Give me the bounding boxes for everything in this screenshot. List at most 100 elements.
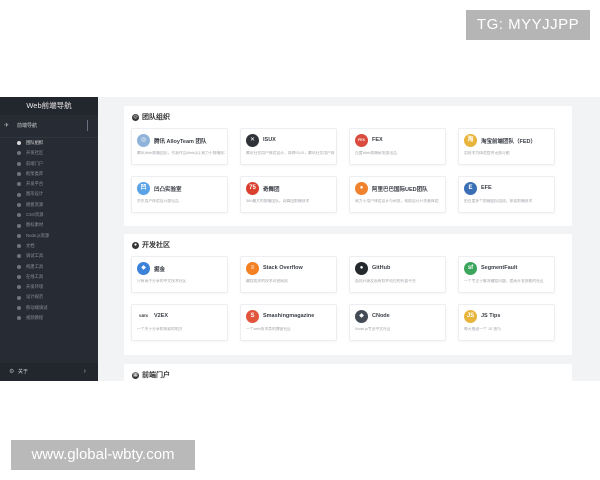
site-card[interactable]: JS JS Tips 每天推送一个 JS 技巧 [458, 304, 555, 341]
sidebar-item[interactable]: 在线工具 [0, 272, 98, 282]
sidebar-item-icon [17, 285, 21, 290]
sidebar-item-label: 框架类库 [26, 170, 44, 176]
site-description: 面向开源及私有软件项目的托管平台 [355, 279, 416, 283]
site-card[interactable]: ● GitHub 面向开源及私有软件项目的托管平台 [349, 256, 446, 293]
site-logo-icon: ◆ [137, 262, 150, 275]
sidebar-item-icon [17, 213, 21, 218]
site-description: 一个专注于解决编程问题，提高开发技能的社区 [464, 279, 544, 283]
site-name: 淘宝前端团队（FED） [481, 139, 537, 145]
site-name: V2EX [154, 313, 169, 319]
sidebar-item[interactable]: 团队组织 [0, 138, 98, 148]
sidebar-item-label: CSS资源 [26, 212, 44, 218]
site-logo-icon: S [246, 310, 259, 323]
site-name: SegmentFault [481, 265, 518, 271]
sidebar-item-list: 团队组织开发社区前端门户 框架类库开发平台图形设计 模板资源 CSS资源图标素材 Nod… [0, 138, 98, 323]
site-logo-icon: ● [355, 182, 368, 195]
send-icon: ✈ [4, 123, 10, 129]
section-title: ● 开发社区 [132, 240, 170, 250]
site-name: Smashingmagazine [263, 313, 315, 319]
site-description: 由百度多个前端团队组成，探索前端技术 [464, 199, 533, 203]
site-card[interactable]: ◆ CNode Node.js专业中文社区 [349, 304, 446, 341]
site-description: 一个web技术类的博客社区 [246, 327, 291, 331]
sidebar-item-label: Node.js资源 [26, 232, 50, 238]
site-logo-icon: 凹 [137, 182, 150, 195]
sidebar-item-label: 构建工具 [26, 263, 44, 269]
site-card[interactable]: V2EX V2EX 一个关于分享和探索的地方 [131, 304, 228, 341]
site-logo-icon: ◎ [137, 134, 150, 147]
sidebar-item[interactable]: 构建工具 [0, 262, 98, 272]
sidebar-item-icon [17, 161, 21, 166]
site-name: 掘金 [154, 267, 166, 273]
site-logo-icon: ≡ [246, 262, 259, 275]
sidebar-item[interactable]: 调试工具 [0, 251, 98, 261]
sidebar-group-frontend-nav[interactable]: ✈ 前端导航 [0, 115, 98, 138]
sidebar-item-icon [17, 316, 21, 321]
sidebar-item-icon [17, 275, 21, 280]
sidebar-item[interactable]: 移动端调试 [0, 303, 98, 313]
site-card[interactable]: FEX FEX 百度Web前端研发部出品 [349, 128, 446, 165]
sidebar-item-label: 视频教程 [26, 315, 44, 321]
site-logo-icon: FEX [355, 134, 368, 147]
site-name: JS Tips [481, 313, 501, 319]
site-logo-icon: 75 [246, 182, 259, 195]
site-description: 腾讯社交用户体验设计，简称ISUX，腾讯社交用户体验设计团队 [246, 151, 334, 155]
sidebar-item[interactable]: 图标素材 [0, 220, 98, 230]
chevron-right-icon[interactable]: › [84, 363, 86, 381]
section-title-text: 开发社区 [142, 242, 170, 249]
sidebar-item[interactable]: 框架类库 [0, 169, 98, 179]
site-name: ISUX [263, 137, 276, 143]
sidebar-item-label: 开发社区 [26, 150, 44, 156]
site-logo-icon: E [464, 182, 477, 195]
site-description: 编程相关的技术问答网站 [246, 279, 288, 283]
site-card[interactable]: ● 阿里巴巴国际UED团队 致力于用户体验设计与研发，帮助设计开发者体验 [349, 176, 446, 213]
sidebar-item-label: 开发平台 [26, 181, 44, 187]
site-card[interactable]: ≡ Stack Overflow 编程相关的技术问答网站 [240, 256, 337, 293]
sidebar-item[interactable]: 视频教程 [0, 313, 98, 323]
sidebar-footer-about[interactable]: ⚙ 关于 › [0, 363, 98, 381]
site-logo-icon: sf [464, 262, 477, 275]
site-card[interactable]: E EFE 由百度多个前端团队组成，探索前端技术 [458, 176, 555, 213]
sidebar-item[interactable]: 设计规范 [0, 292, 98, 302]
site-description: 百度Web前端研发部出品 [355, 151, 397, 155]
site-description: 360最大的前端团队，奇舞团前端技术 [246, 199, 310, 203]
sidebar-item[interactable]: 开发平台 [0, 179, 98, 189]
site-card[interactable]: 凹凹凸实验室 京东用户体验设计部出品 [131, 176, 228, 213]
site-description: 用技术为体验提供无限可能 [464, 151, 510, 155]
sidebar-item-icon [17, 244, 21, 249]
site-card[interactable]: 淘淘宝前端团队（FED） 用技术为体验提供无限可能 [458, 128, 555, 165]
sidebar-item[interactable]: 文档 [0, 241, 98, 251]
sidebar-item[interactable]: 前端门户 [0, 159, 98, 169]
sidebar-item-icon [17, 141, 21, 146]
sidebar-item[interactable]: CSS资源 [0, 210, 98, 220]
site-card[interactable]: ◎ 腾讯 AlloyTeam 团队 腾讯Web前端团队，代表作品WebQQ,致力于前… [131, 128, 228, 165]
sidebar-item-icon [17, 151, 21, 156]
sidebar-item-label: 在线工具 [26, 273, 44, 279]
site-card[interactable]: ◆ 掘金 只有高手分享的中文技术社区 [131, 256, 228, 293]
site-description: 每天推送一个 JS 技巧 [464, 327, 501, 331]
site-card[interactable]: sf SegmentFault 一个专注于解决编程问题，提高开发技能的社区 [458, 256, 555, 293]
section-icon: ● [132, 241, 139, 249]
site-logo-icon: ✕ [246, 134, 259, 147]
sidebar-item[interactable]: Node.js资源 [0, 231, 98, 241]
sidebar-item-icon [17, 172, 21, 177]
sidebar-item[interactable]: 开发社区 [0, 148, 98, 158]
site-logo-icon: 淘 [464, 134, 477, 147]
section-title: ▦ 前端门户 [132, 370, 170, 380]
site-card[interactable]: S Smashingmagazine 一个web技术类的博客社区 [240, 304, 337, 341]
sidebar-item-label: 团队组织 [26, 140, 44, 145]
section-card: ● 开发社区 ◆ 掘金 只有高手分享的中文技术社区 ≡ Stack Overflow 编程相关… [124, 234, 572, 355]
sidebar-item[interactable]: 图形设计 [0, 189, 98, 199]
sidebar-item[interactable]: 模板资源 [0, 200, 98, 210]
main-content: ◎ 团队组织 ◎ 腾讯 AlloyTeam 团队 腾讯Web前端团队，代表作品WebQQ… [98, 97, 600, 381]
site-card[interactable]: 75 奇舞团 360最大的前端团队，奇舞团前端技术 [240, 176, 337, 213]
sidebar-footer-label: 关于 [18, 369, 29, 375]
sidebar-group-label: 前端导航 [17, 123, 38, 129]
sidebar-item-label: 调试工具 [26, 253, 44, 259]
sidebar-item[interactable]: 开发环境 [0, 282, 98, 292]
site-description: 腾讯Web前端团队，代表作品WebQQ,致力于前端技术的研究 [137, 151, 225, 155]
section-card: ◎ 团队组织 ◎ 腾讯 AlloyTeam 团队 腾讯Web前端团队，代表作品WebQQ… [124, 106, 572, 226]
site-card[interactable]: ✕ ISUX 腾讯社交用户体验设计，简称ISUX，腾讯社交用户体验设计团队 [240, 128, 337, 165]
site-logo-icon: ◆ [355, 310, 368, 323]
sidebar-item-icon [17, 305, 21, 310]
site-description: 一个关于分享和探索的地方 [137, 327, 183, 331]
